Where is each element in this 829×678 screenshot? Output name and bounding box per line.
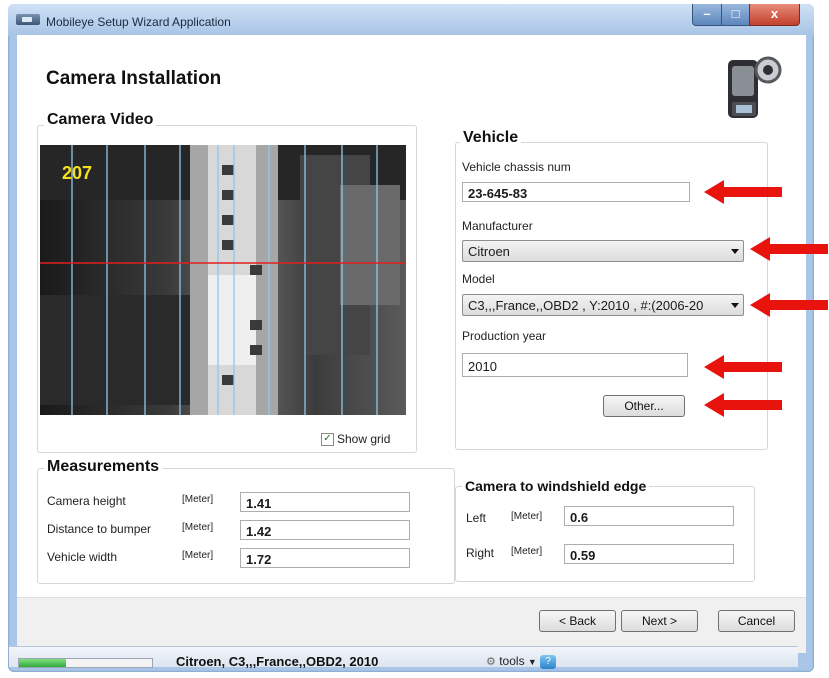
chevron-down-icon: [731, 303, 739, 308]
show-grid-label: Show grid: [337, 432, 391, 446]
left-label: Left: [466, 511, 487, 525]
maximize-button[interactable]: □: [721, 4, 750, 26]
minimize-button[interactable]: –: [692, 4, 722, 26]
page-title: Camera Installation: [46, 68, 222, 89]
production-year-label: Production year: [462, 329, 547, 343]
chevron-down-icon: [731, 249, 739, 254]
left-unit: [Meter]: [511, 511, 543, 522]
chevron-down-icon: ▼: [527, 657, 537, 667]
progress-fill: [19, 659, 66, 667]
right-field[interactable]: 0.59: [564, 544, 734, 564]
chassis-field[interactable]: 23-645-83: [462, 182, 690, 202]
status-text: Citroen, C3,,,France,,OBD2, 2010: [176, 654, 379, 669]
camera-video-title: Camera Video: [44, 111, 157, 129]
windshield-group: [455, 486, 755, 582]
tools-label: tools: [499, 654, 525, 668]
model-select[interactable]: C3,,,France,,OBD2 , Y:2010 , #:(2006-20: [462, 294, 744, 316]
title-bar[interactable]: Mobileye Setup Wizard Application – □ x: [8, 4, 814, 36]
annotation-arrow-other: [704, 393, 782, 417]
window-title: Mobileye Setup Wizard Application: [46, 15, 231, 29]
measurements-title: Measurements: [44, 458, 163, 476]
progress-bar: [18, 658, 153, 668]
vehicle-width-field[interactable]: 1.72: [240, 548, 410, 568]
app-icon: [16, 14, 40, 25]
vehicle-title: Vehicle: [460, 129, 522, 147]
model-label: Model: [462, 272, 495, 286]
annotation-arrow-manufacturer: [750, 237, 828, 261]
camera-video-feed: 207: [40, 145, 406, 415]
annotation-arrow-chassis: [704, 180, 782, 204]
distance-bumper-unit: [Meter]: [182, 522, 214, 533]
show-grid-checkbox[interactable]: ✓: [321, 433, 334, 446]
next-button[interactable]: Next >: [621, 610, 698, 632]
vehicle-width-unit: [Meter]: [182, 550, 214, 561]
chassis-label: Vehicle chassis num: [462, 160, 571, 174]
distance-bumper-field[interactable]: 1.42: [240, 520, 410, 540]
right-unit: [Meter]: [511, 546, 543, 557]
distance-bumper-label: Distance to bumper: [47, 522, 152, 536]
model-value: C3,,,France,,OBD2 , Y:2010 , #:(2006-20: [468, 298, 704, 313]
camcorder-icon: [728, 56, 782, 118]
back-button[interactable]: < Back: [539, 610, 616, 632]
vehicle-width-label: Vehicle width: [47, 550, 118, 564]
cancel-button[interactable]: Cancel: [718, 610, 795, 632]
camera-height-field[interactable]: 1.41: [240, 492, 410, 512]
other-button[interactable]: Other...: [603, 395, 685, 417]
right-label: Right: [466, 546, 495, 560]
tools-icon: ⚙: [486, 656, 496, 668]
left-field[interactable]: 0.6: [564, 506, 734, 526]
manufacturer-select[interactable]: Citroen: [462, 240, 744, 262]
production-year-value: 2010: [468, 359, 497, 374]
frame-number: 207: [62, 163, 93, 183]
manufacturer-label: Manufacturer: [462, 219, 533, 233]
camera-height-label: Camera height: [47, 494, 126, 508]
windshield-title: Camera to windshield edge: [462, 478, 650, 494]
help-icon[interactable]: ?: [540, 654, 557, 669]
camera-height-unit: [Meter]: [182, 494, 214, 505]
annotation-arrow-model: [750, 293, 828, 317]
manufacturer-value: Citroen: [468, 244, 510, 259]
annotation-arrow-year: [704, 355, 782, 379]
video-frame: [40, 145, 406, 415]
close-button[interactable]: x: [749, 4, 800, 26]
tools-menu[interactable]: ⚙ tools ▼ ?: [486, 654, 557, 669]
production-year-field[interactable]: 2010: [462, 353, 688, 377]
